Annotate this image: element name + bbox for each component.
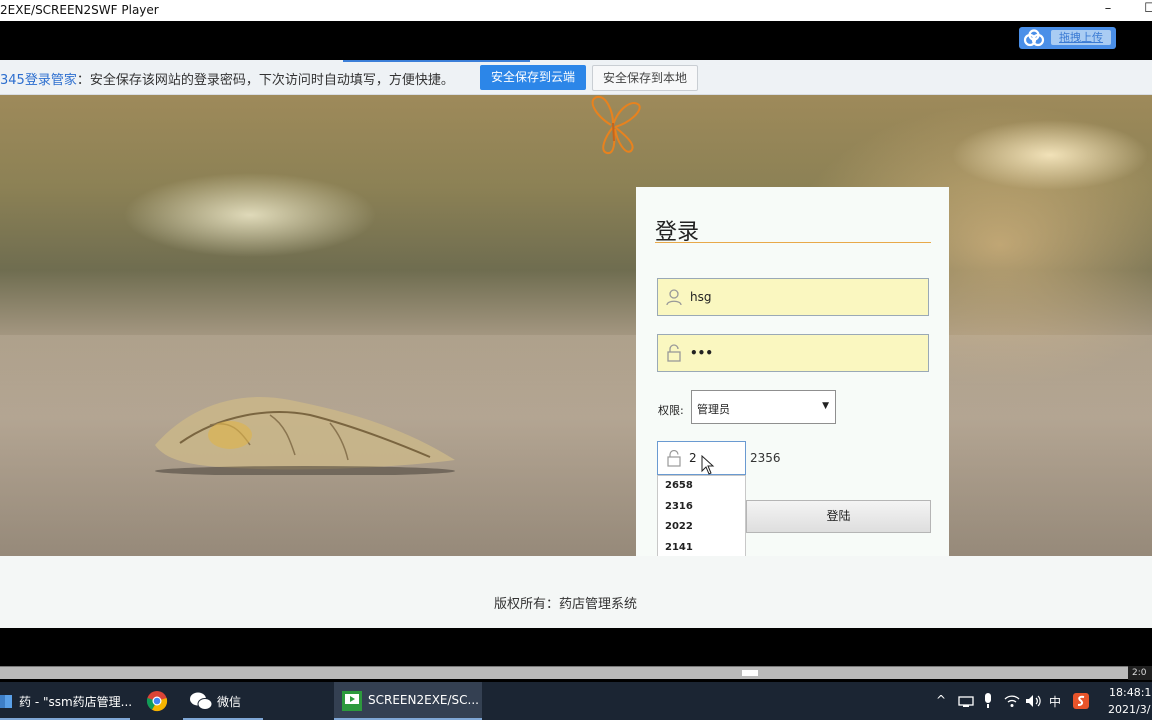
- leaf-image: [155, 397, 455, 475]
- autocomplete-option[interactable]: 2141: [658, 538, 745, 559]
- password-manager-brand: 345登录管家: [0, 73, 77, 88]
- title-underline: [655, 242, 931, 243]
- taskbar-item-wechat[interactable]: 微信: [183, 682, 263, 720]
- autocomplete-option[interactable]: 2316: [658, 497, 745, 518]
- page-footer: 版权所有：药店管理系统: [0, 556, 1152, 628]
- save-to-cloud-button[interactable]: 安全保存到云端: [480, 65, 586, 90]
- drag-upload-label: 拖拽上传: [1051, 30, 1111, 45]
- taskbar-label-explorer: 药 - "ssm药店管理...: [19, 695, 133, 709]
- taskbar-item-chrome[interactable]: [141, 682, 175, 720]
- window-titlebar: 2EXE/SCREEN2SWF Player – ☐: [0, 0, 1152, 21]
- network-icon[interactable]: [958, 695, 974, 707]
- password-manager-message: 345登录管家：安全保存该网站的登录密码，下次访问时自动填写，方便快捷。: [0, 69, 454, 88]
- butterfly-logo: [591, 95, 641, 155]
- autocomplete-option[interactable]: 2658: [658, 476, 745, 497]
- clock-time[interactable]: 18:48:17: [1109, 686, 1152, 699]
- player-progress-bar[interactable]: [0, 666, 1128, 679]
- password-manager-text: ：安全保存该网站的登录密码，下次访问时自动填写，方便快捷。: [76, 73, 454, 88]
- password-value: •••: [690, 346, 714, 360]
- window-title: 2EXE/SCREEN2SWF Player: [0, 3, 159, 17]
- windows-taskbar: 药 - "ssm药店管理... 微信 SCREEN2EXE/SC... ^ 中 …: [0, 682, 1152, 720]
- microphone-icon[interactable]: [983, 693, 993, 709]
- role-select[interactable]: 管理员 ▼: [691, 390, 836, 424]
- captcha-code[interactable]: 2356: [750, 451, 781, 465]
- username-field[interactable]: hsg: [657, 278, 929, 316]
- lock-icon: [667, 450, 681, 467]
- sogou-icon[interactable]: [1073, 693, 1089, 709]
- password-field[interactable]: •••: [657, 334, 929, 372]
- taskbar-label-screen2exe: SCREEN2EXE/SC...: [368, 693, 479, 707]
- wifi-icon[interactable]: [1004, 694, 1020, 708]
- ime-indicator[interactable]: 中: [1049, 693, 1061, 710]
- chrome-icon: [146, 691, 168, 712]
- lock-icon: [667, 344, 681, 362]
- autocomplete-option[interactable]: 2022: [658, 517, 745, 538]
- taskbar-label-wechat: 微信: [217, 695, 242, 709]
- role-value: 管理员: [697, 403, 730, 416]
- progress-handle[interactable]: [742, 670, 758, 676]
- captcha-value: 2: [689, 451, 697, 465]
- player-topbar: [0, 21, 1152, 60]
- taskbar-item-explorer[interactable]: 药 - "ssm药店管理...: [0, 682, 133, 720]
- minimize-button[interactable]: –: [1094, 0, 1122, 21]
- mouse-cursor-icon: [701, 455, 715, 475]
- speaker-icon[interactable]: [1025, 694, 1043, 708]
- clock-date[interactable]: 2021/3/: [1108, 703, 1150, 716]
- chevron-down-icon: ▼: [822, 401, 829, 411]
- drag-upload-button[interactable]: 拖拽上传: [1019, 27, 1116, 49]
- login-button[interactable]: 登陆: [746, 500, 931, 533]
- role-label: 权限:: [658, 404, 684, 417]
- file-explorer-icon: [0, 695, 12, 708]
- save-to-local-button[interactable]: 安全保存到本地: [592, 65, 698, 91]
- username-value: hsg: [690, 290, 712, 304]
- tab-indicator: [343, 60, 530, 62]
- player-timecode: 2:0: [1128, 666, 1152, 680]
- maximize-button[interactable]: ☐: [1136, 0, 1152, 21]
- cloud-icon: [1023, 29, 1045, 47]
- copyright-text: 版权所有：药店管理系统: [494, 597, 638, 612]
- user-icon: [666, 289, 682, 306]
- tray-chevron-icon[interactable]: ^: [936, 693, 946, 707]
- screen2exe-icon: [342, 691, 362, 711]
- password-manager-bar: 345登录管家：安全保存该网站的登录密码，下次访问时自动填写，方便快捷。 安全保…: [0, 60, 1152, 95]
- wechat-icon: [190, 692, 213, 710]
- taskbar-item-screen2exe[interactable]: SCREEN2EXE/SC...: [334, 682, 482, 720]
- background-photo: [0, 95, 1152, 556]
